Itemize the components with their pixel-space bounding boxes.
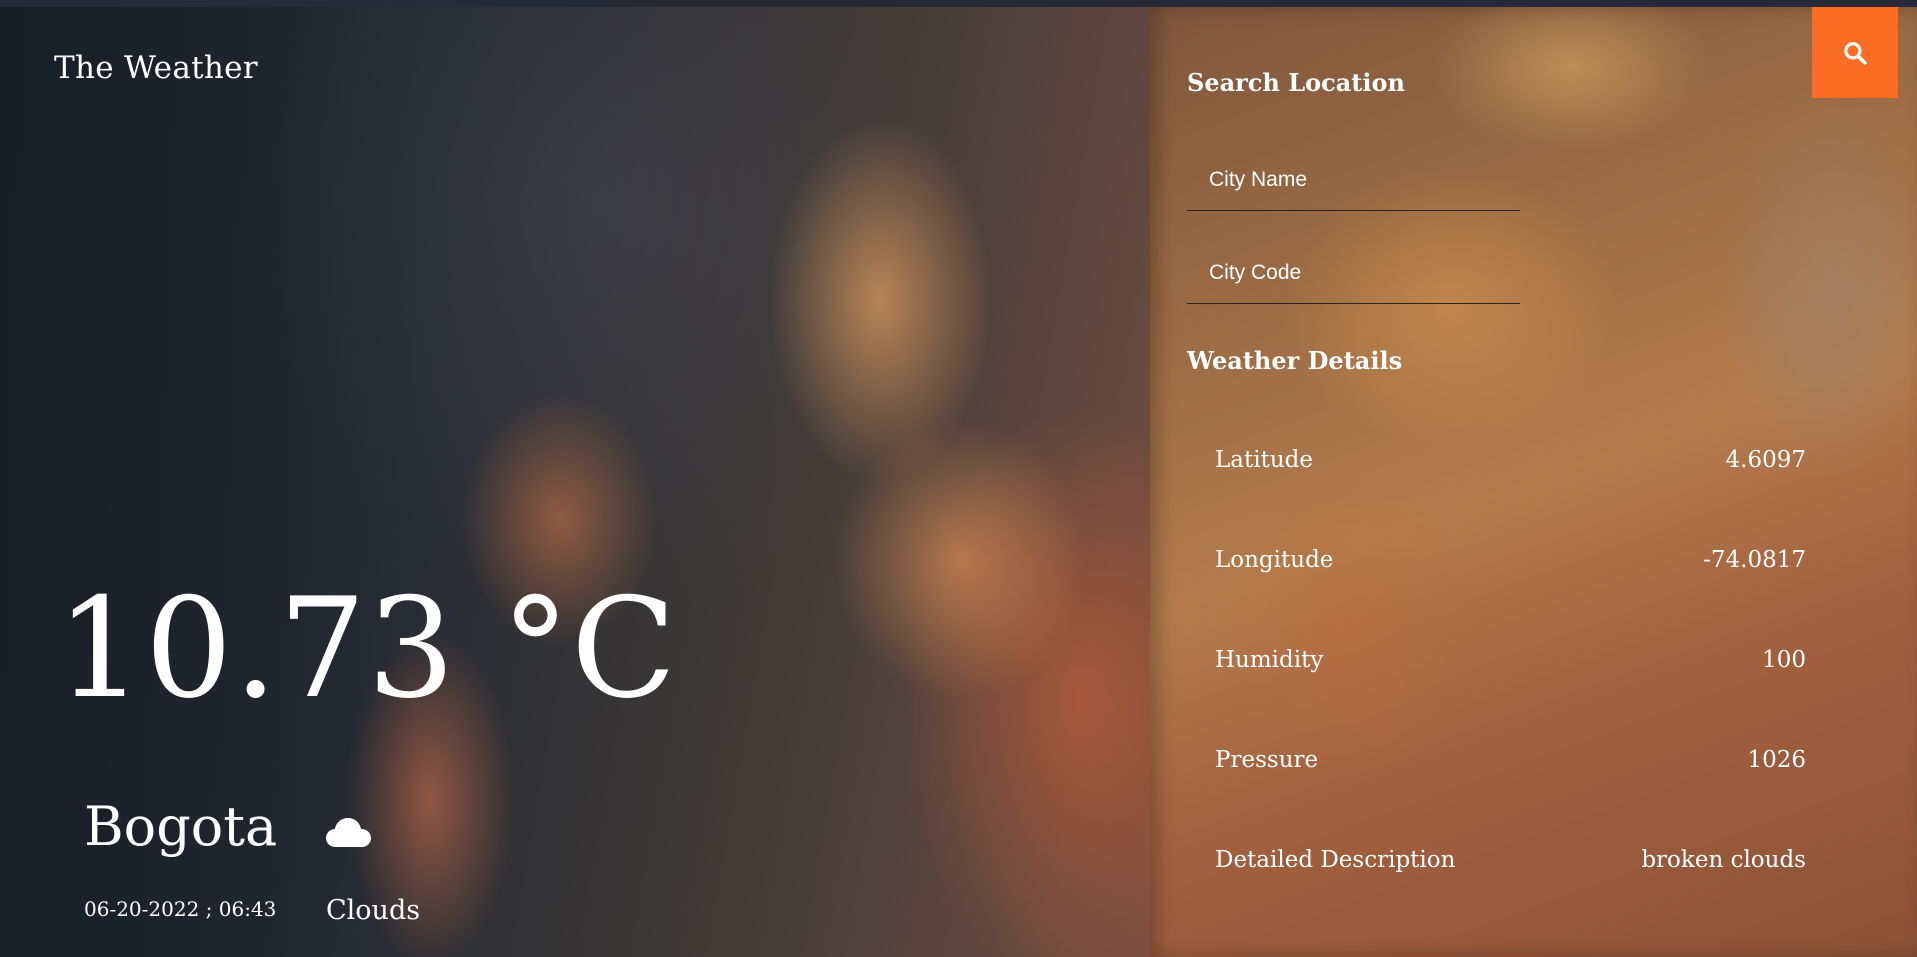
- detail-value: 4.6097: [1725, 447, 1806, 473]
- detail-label: Detailed Description: [1215, 847, 1456, 873]
- city-name: Bogota: [84, 795, 278, 858]
- detail-row-latitude: Latitude 4.6097: [1215, 440, 1806, 480]
- detail-row-description: Detailed Description broken clouds: [1215, 840, 1806, 880]
- detail-value: broken clouds: [1641, 847, 1806, 873]
- detail-value: 1026: [1747, 747, 1806, 773]
- detail-row-pressure: Pressure 1026: [1215, 740, 1806, 780]
- search-button[interactable]: [1812, 7, 1898, 98]
- city-code-input[interactable]: [1187, 243, 1520, 303]
- search-icon: [1844, 41, 1867, 65]
- detail-value: 100: [1762, 647, 1806, 673]
- detail-label: Latitude: [1215, 447, 1313, 473]
- weather-condition: Clouds: [326, 895, 421, 926]
- app-title: The Weather: [54, 50, 258, 86]
- city-name-field[interactable]: [1187, 150, 1520, 211]
- cloud-icon: [324, 813, 374, 853]
- detail-label: Longitude: [1215, 547, 1334, 573]
- detail-label: Pressure: [1215, 747, 1319, 773]
- city-name-input[interactable]: [1187, 150, 1520, 210]
- detail-row-longitude: Longitude -74.0817: [1215, 540, 1806, 580]
- detail-value: -74.0817: [1703, 547, 1806, 573]
- search-location-heading: Search Location: [1187, 68, 1405, 97]
- detail-row-humidity: Humidity 100: [1215, 640, 1806, 680]
- weather-app: The Weather 10.73 °C Bogota 06-20-2022 ;…: [0, 0, 1917, 957]
- temperature-value: 10.73 °C: [56, 568, 678, 729]
- weather-details-heading: Weather Details: [1187, 346, 1403, 375]
- detail-label: Humidity: [1215, 647, 1324, 673]
- city-code-field[interactable]: [1187, 243, 1520, 304]
- window-top-bar: [0, 0, 1917, 7]
- date-time: 06-20-2022 ; 06:43: [84, 897, 277, 921]
